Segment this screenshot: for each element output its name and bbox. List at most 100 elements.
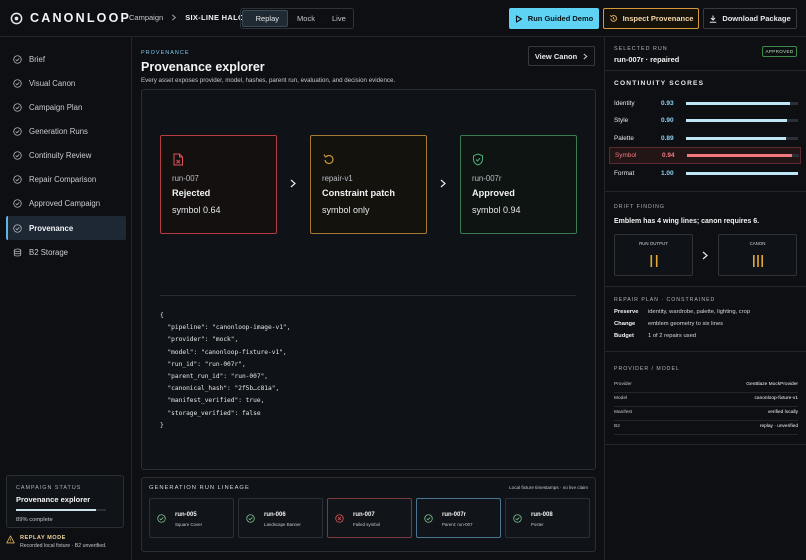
- lineage-run-sub: Poster: [531, 522, 544, 527]
- json-line: "storage_verified": false: [160, 409, 261, 417]
- provider-row-value: canonloop-fixture-v1: [754, 396, 798, 401]
- provider-row: B2 replay · unverified: [614, 421, 798, 435]
- json-line: {: [160, 312, 164, 319]
- drift-finding-kicker: DRIFT FINDING: [614, 204, 665, 210]
- provider-row-value: verified locally: [767, 410, 798, 415]
- lineage-run-id: run-007r: [442, 512, 467, 518]
- repair-row-key: Change: [614, 321, 636, 327]
- replay-mode-title: REPLAY MODE: [20, 535, 66, 541]
- check-circle-icon: [424, 514, 433, 523]
- check-circle-icon: [157, 514, 166, 523]
- card-value: symbol only: [322, 205, 370, 215]
- score-value: 0.93: [661, 100, 674, 107]
- repair-row-key: Preserve: [614, 309, 639, 315]
- status-badge: APPROVED: [762, 46, 797, 57]
- check-circle-icon: [13, 174, 22, 184]
- sidebar-item-label: Approved Campaign: [29, 198, 101, 208]
- breadcrumb-root[interactable]: Campaign: [129, 13, 163, 22]
- json-line: "canonical_hash": "2f5b…c81a",: [160, 385, 280, 393]
- app-name: CANONLOOP: [30, 11, 132, 25]
- lineage-run-id: run-006: [264, 512, 286, 518]
- check-circle-icon: [13, 223, 22, 233]
- download-package-button[interactable]: Download Package: [703, 8, 797, 29]
- score-value: 1.00: [661, 170, 674, 177]
- shield-check-icon: [473, 153, 483, 166]
- score-bar: [687, 154, 799, 157]
- app-logo[interactable]: CANONLOOP: [10, 11, 131, 25]
- score-value: 0.90: [661, 117, 674, 124]
- sidebar-item-generation-runs[interactable]: Generation Runs: [6, 120, 126, 142]
- canon-label: CANON: [749, 241, 766, 246]
- inspect-provenance-button[interactable]: Inspect Provenance: [603, 8, 699, 29]
- selected-run-value: run-007r · repaired: [614, 55, 680, 64]
- provider-row-value: GenBlaze MockProvider: [746, 382, 798, 387]
- play-icon: [515, 14, 522, 23]
- lineage-run-card[interactable]: run-005 Square Cover: [149, 498, 234, 538]
- lineage-run-sub: Parent: run-007: [442, 522, 473, 527]
- run-guided-demo-button[interactable]: Run Guided Demo: [509, 8, 599, 29]
- sidebar-item-brief[interactable]: Brief: [6, 48, 126, 70]
- continuity-scores-title: CONTINUITY SCORES: [614, 80, 705, 87]
- json-line: "pipeline": "canonloop-image-v1",: [160, 324, 291, 332]
- lineage-run-id: run-005: [175, 512, 197, 518]
- mode-live-button[interactable]: Live: [324, 10, 354, 27]
- run-card-rejected[interactable]: run-007 Rejected symbol 0.64: [160, 135, 277, 234]
- provider-row-key: Model: [614, 396, 628, 401]
- lineage-run-card[interactable]: run-008 Poster: [505, 498, 590, 538]
- canon-thumbnail[interactable]: CANON: [718, 234, 797, 276]
- card-title: Rejected: [172, 188, 211, 198]
- replay-mode-sub: Recorded local fixture · B2 unverified.: [20, 543, 107, 549]
- panel-divider: [160, 295, 576, 296]
- lineage-run-card-failed[interactable]: run-007 Failed symbol: [327, 498, 412, 538]
- sidebar-item-label: Visual Canon: [29, 78, 76, 88]
- score-bar: [686, 137, 798, 140]
- json-line: "provider": "mock",: [160, 336, 239, 344]
- lineage-run-card[interactable]: run-006 Landscape Banner: [238, 498, 323, 538]
- score-name: Palette: [614, 135, 634, 142]
- divider: [605, 70, 806, 71]
- campaign-progress-fill: [16, 509, 97, 511]
- view-canon-label: View Canon: [534, 51, 578, 61]
- sidebar-item-repair-comparison[interactable]: Repair Comparison: [6, 168, 126, 190]
- mode-mock-button[interactable]: Mock: [290, 10, 322, 27]
- x-circle-icon: [335, 514, 344, 523]
- run-card-approved[interactable]: run-007r Approved symbol 0.94: [460, 135, 577, 234]
- score-name: Symbol: [615, 152, 637, 159]
- lineage-run-card-selected[interactable]: run-007r Parent: run-007: [416, 498, 501, 538]
- score-value: 0.94: [662, 152, 675, 159]
- sidebar-item-visual-canon[interactable]: Visual Canon: [6, 72, 126, 94]
- provider-row-key: B2: [614, 424, 620, 429]
- score-fill: [686, 137, 786, 140]
- campaign-progress-text: 89% complete: [16, 517, 53, 523]
- card-title: Constraint patch: [322, 188, 395, 198]
- card-run-id: run-007r: [472, 174, 502, 183]
- breadcrumb-current: SIX-LINE HALO: [185, 13, 245, 22]
- sidebar-item-continuity-review[interactable]: Continuity Review: [6, 144, 126, 166]
- run-output-thumbnail[interactable]: RUN OUTPUT: [614, 234, 693, 276]
- sidebar-item-campaign-plan[interactable]: Campaign Plan: [6, 96, 126, 118]
- score-row-symbol[interactable]: Symbol 0.94: [609, 147, 801, 164]
- sidebar-item-b2-storage[interactable]: B2 Storage: [6, 241, 126, 263]
- repair-plan-kicker: REPAIR PLAN · CONSTRAINED: [614, 297, 716, 303]
- card-title: Approved: [472, 188, 515, 198]
- provider-row-key: Manifest: [614, 410, 633, 415]
- mode-replay-button[interactable]: Replay: [242, 10, 288, 27]
- score-row-identity: Identity 0.93: [609, 95, 801, 112]
- divider: [605, 286, 806, 287]
- logo-icon: [10, 12, 23, 24]
- score-bar: [686, 102, 798, 105]
- campaign-status-card: CAMPAIGN STATUS Provenance explorer 89% …: [6, 475, 124, 528]
- check-circle-icon: [13, 54, 22, 64]
- check-circle-icon: [246, 514, 255, 523]
- run-card-constraint-patch[interactable]: repair-v1 Constraint patch symbol only: [310, 135, 427, 234]
- generation-run-lineage: GENERATION RUN LINEAGE Local fixture tim…: [141, 477, 596, 552]
- sidebar-item-provenance[interactable]: Provenance: [6, 216, 126, 240]
- lineage-run-id: run-008: [531, 512, 553, 518]
- json-line: "manifest_verified": true,: [160, 397, 265, 405]
- chevron-right-icon: [583, 53, 588, 59]
- score-name: Style: [614, 117, 629, 124]
- provider-model-kicker: PROVIDER / MODEL: [614, 366, 680, 372]
- sidebar-item-approved-campaign[interactable]: Approved Campaign: [6, 192, 126, 214]
- view-canon-button[interactable]: View Canon: [528, 46, 595, 66]
- score-name: Format: [614, 170, 635, 177]
